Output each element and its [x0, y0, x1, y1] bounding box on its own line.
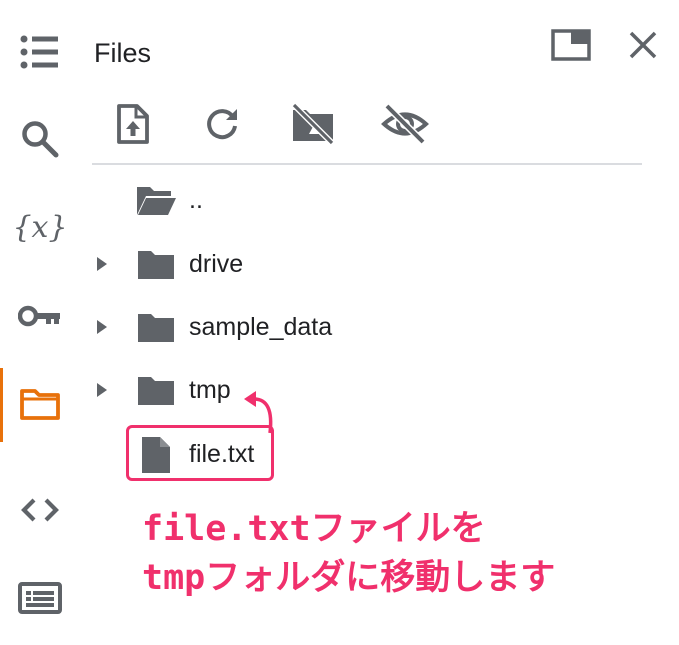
- table-of-contents-icon: [20, 35, 58, 69]
- folder-icon: [20, 389, 60, 420]
- search-icon: [22, 121, 59, 158]
- file-name: ..: [189, 186, 203, 214]
- secrets-button[interactable]: [8, 290, 72, 342]
- toggle-hidden-files-button[interactable]: [381, 100, 429, 148]
- file-row-sample-data[interactable]: sample_data: [86, 299, 646, 355]
- table-of-contents-button[interactable]: [8, 26, 72, 78]
- annotation-line-2: tmpフォルダに移動します: [142, 558, 556, 598]
- code-snippets-button[interactable]: [8, 484, 72, 536]
- expand-arrow-icon[interactable]: [94, 319, 110, 335]
- panel-title: Files: [94, 38, 152, 68]
- file-row-parent[interactable]: ..: [86, 172, 646, 228]
- file-row-tmp[interactable]: tmp: [86, 362, 646, 418]
- files-button[interactable]: [8, 378, 72, 430]
- command-palette-button[interactable]: [8, 572, 72, 624]
- file-row-drive[interactable]: drive: [86, 236, 646, 292]
- command-palette-icon: [18, 582, 62, 614]
- mount-drive-button[interactable]: [289, 100, 337, 148]
- variables-icon: {x}: [12, 209, 68, 245]
- refresh-icon: [207, 109, 237, 140]
- upload-file-icon: [117, 104, 149, 144]
- file-name: drive: [189, 250, 244, 278]
- active-indicator: [0, 368, 3, 442]
- open-in-tab-button[interactable]: [548, 26, 594, 64]
- folder-icon: [134, 310, 178, 346]
- close-button[interactable]: [623, 26, 663, 64]
- file-name: tmp: [189, 376, 231, 404]
- file-row-file-txt[interactable]: file.txt: [86, 426, 646, 482]
- expand-arrow-icon[interactable]: [94, 256, 110, 272]
- secrets-key-icon: [18, 305, 60, 327]
- expand-arrow-icon[interactable]: [94, 382, 110, 398]
- refresh-button[interactable]: [198, 100, 246, 148]
- upload-button[interactable]: [109, 100, 157, 148]
- hide-hidden-files-icon: [381, 103, 429, 145]
- file-name: file.txt: [189, 440, 255, 468]
- sidebar-rail: {x}: [0, 0, 80, 645]
- code-snippets-icon: [21, 498, 59, 522]
- close-icon: [629, 31, 657, 59]
- annotation-line-1: file.txtファイルを: [142, 509, 486, 549]
- folder-icon: [134, 247, 178, 283]
- folder-icon: [134, 373, 178, 409]
- file-name: sample_data: [189, 313, 333, 341]
- search-button[interactable]: [8, 113, 72, 165]
- mount-drive-off-icon: [291, 103, 335, 145]
- folder-open-icon: [134, 183, 178, 219]
- variables-button[interactable]: {x}: [8, 201, 72, 253]
- toolbar-divider: [92, 163, 642, 165]
- open-in-tab-icon: [551, 29, 591, 61]
- file-icon: [134, 437, 178, 473]
